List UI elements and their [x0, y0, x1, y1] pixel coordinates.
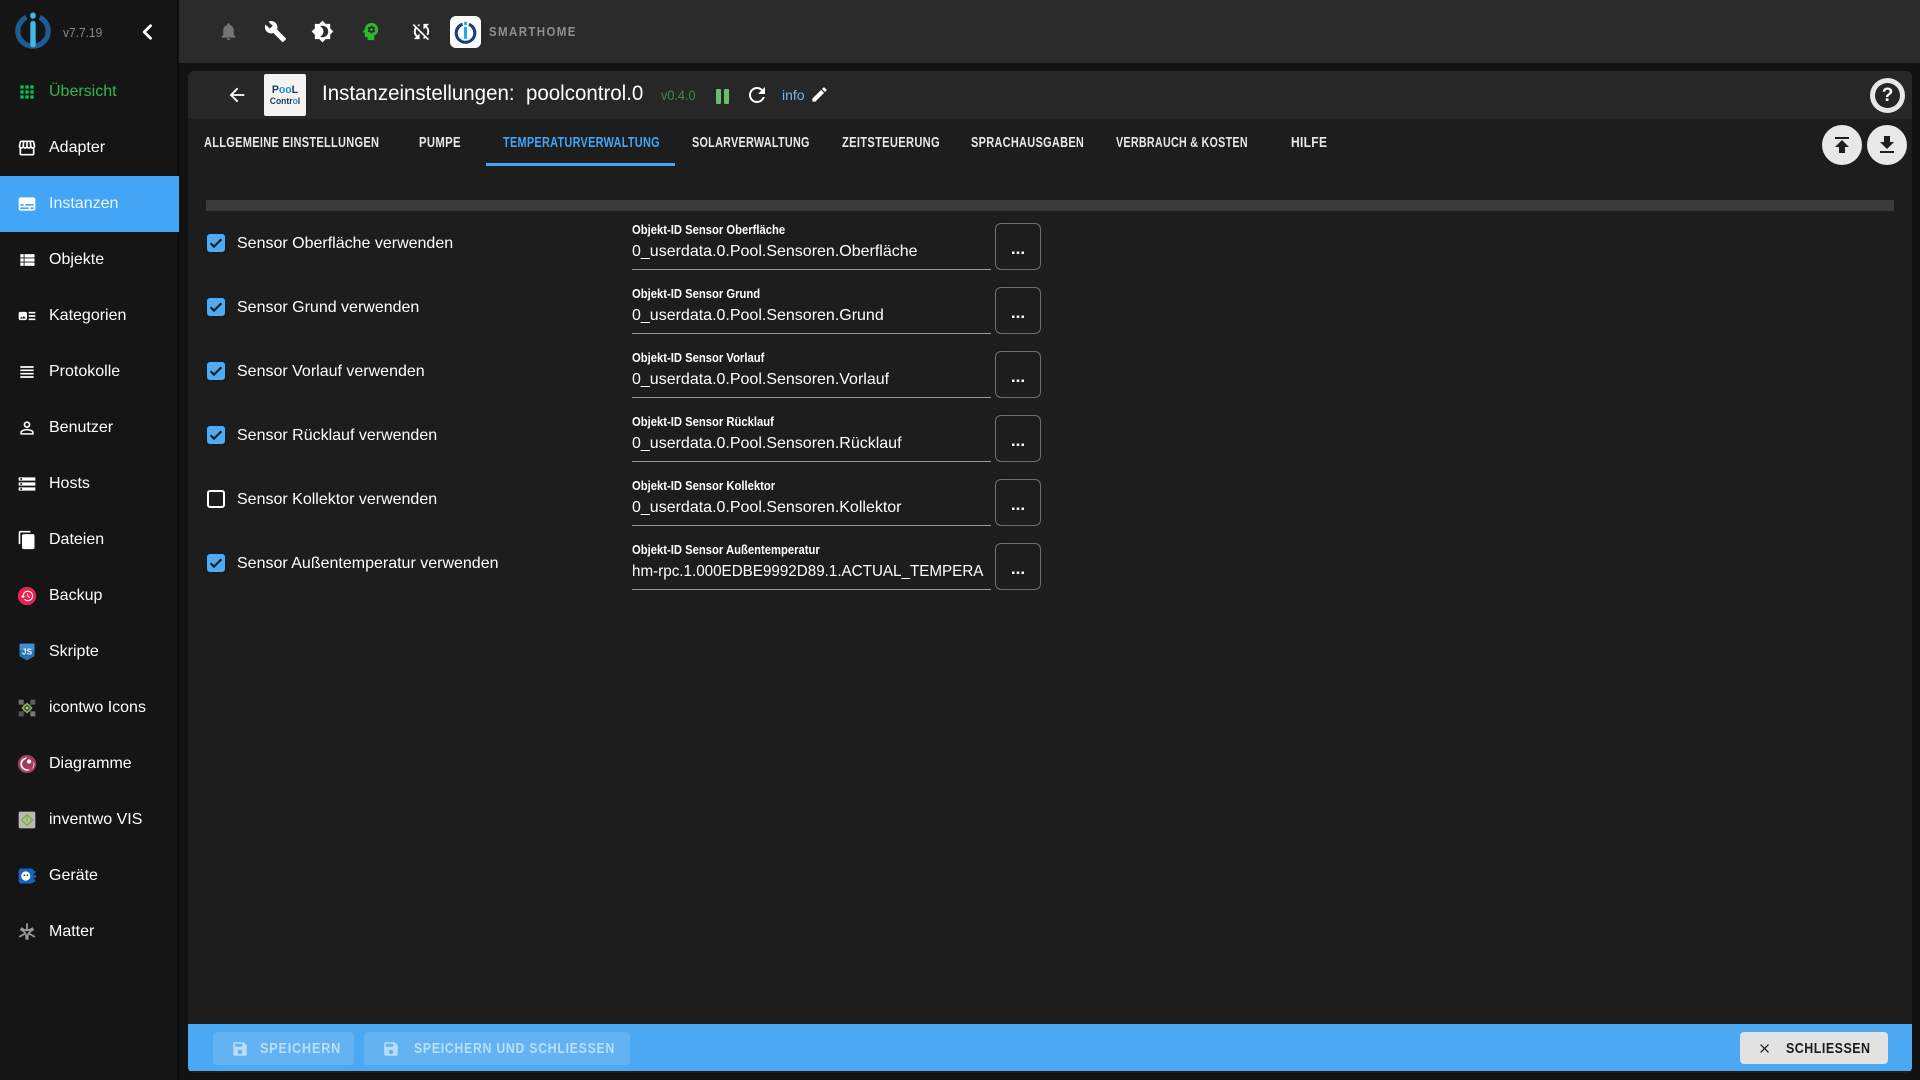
svg-text:JS: JS [22, 647, 33, 657]
